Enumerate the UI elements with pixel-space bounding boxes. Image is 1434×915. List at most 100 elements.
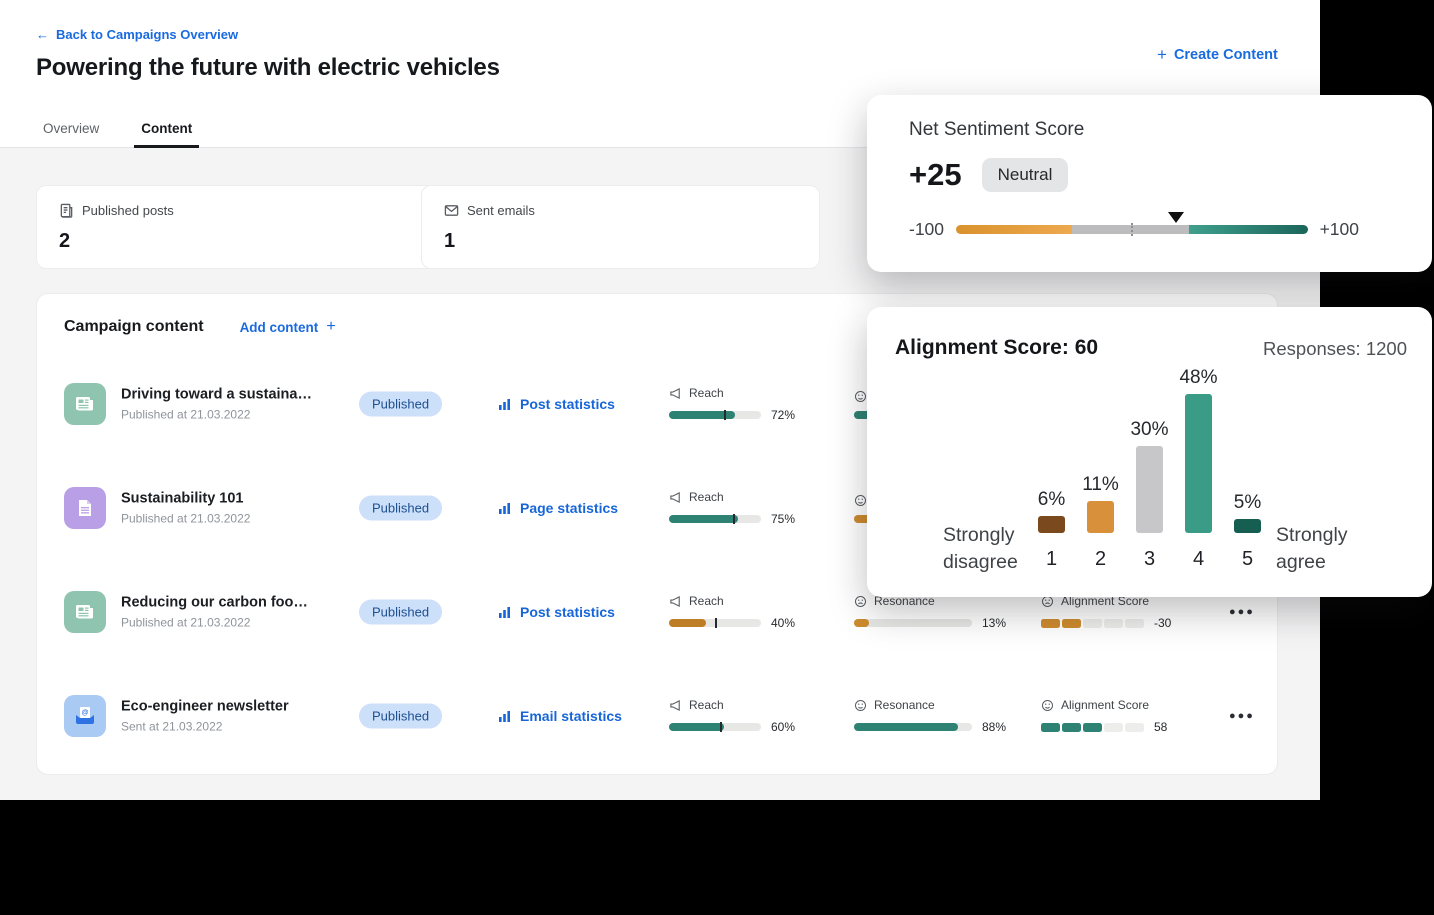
- bar-value-label: 11%: [1082, 474, 1119, 496]
- content-title[interactable]: Driving toward a sustaina…: [121, 387, 346, 403]
- tick-label: 2: [1087, 548, 1114, 571]
- reach-value: 60%: [771, 720, 795, 734]
- sentiment-badge: Neutral: [982, 158, 1069, 192]
- status-badge: Published: [359, 496, 442, 521]
- reach-icon: [669, 595, 682, 608]
- chart-column: 5%: [1234, 492, 1261, 534]
- content-title[interactable]: Sustainability 101: [121, 491, 346, 507]
- sent-emails-icon: [444, 203, 459, 218]
- chart-bar: [1136, 446, 1163, 533]
- post-statistics-link[interactable]: Post statistics: [498, 396, 615, 412]
- reach-icon: [669, 491, 682, 504]
- tab-overview[interactable]: Overview: [43, 110, 99, 147]
- reach-metric: Reach 60%: [669, 698, 839, 734]
- plus-icon: +: [326, 318, 335, 336]
- alignment-card-title: Alignment Score: 60: [895, 336, 1098, 360]
- reach-metric: Reach 75%: [669, 490, 839, 526]
- reach-value: 40%: [771, 616, 795, 630]
- add-content-button[interactable]: Add content +: [240, 318, 336, 336]
- content-title-block: Eco-engineer newsletter Sent at 21.03.20…: [121, 699, 346, 734]
- sentiment-midpoint-tick: [1131, 223, 1133, 236]
- reach-metric: Reach 72%: [669, 386, 839, 422]
- reach-icon: [669, 387, 682, 400]
- chart-bar: [1234, 519, 1261, 534]
- alignment-metric: Alignment Score 58: [1041, 698, 1211, 734]
- newspaper-icon: [64, 383, 106, 425]
- alignment-segment-bar: [1041, 619, 1144, 628]
- content-title-block: Driving toward a sustaina… Published at …: [121, 387, 346, 422]
- stat-label: Published posts: [82, 203, 174, 218]
- reach-bar: [669, 619, 761, 627]
- reach-value: 72%: [771, 408, 795, 422]
- tab-content[interactable]: Content: [141, 110, 192, 147]
- sentiment-marker: [1168, 212, 1184, 223]
- status-badge: Published: [359, 392, 442, 417]
- content-date: Published at 21.03.2022: [121, 616, 346, 630]
- resonance-bar: [854, 619, 972, 627]
- alignment-responses: Responses: 1200: [1263, 338, 1407, 360]
- bar-value-label: 48%: [1179, 367, 1217, 389]
- reach-bar: [669, 723, 761, 731]
- published-posts-icon: [59, 203, 74, 218]
- stat-label: Sent emails: [467, 203, 535, 218]
- sentiment-score-value: +25: [909, 157, 962, 193]
- back-arrow-icon: ←: [36, 27, 49, 42]
- back-link-label: Back to Campaigns Overview: [56, 27, 238, 42]
- reach-metric: Reach 40%: [669, 594, 839, 630]
- content-date: Published at 21.03.2022: [121, 512, 346, 526]
- bar-chart-icon: [498, 501, 512, 515]
- bar-chart-icon: [498, 709, 512, 723]
- alignment-smiley-icon: [1041, 699, 1054, 712]
- reach-bar: [669, 515, 761, 523]
- alignment-metric: Alignment Score -30: [1041, 594, 1211, 630]
- bar-chart-icon: [498, 397, 512, 411]
- create-content-button[interactable]: + Create Content: [1157, 45, 1278, 65]
- sent-emails-card: Sent emails 1: [421, 185, 820, 269]
- content-title-block: Sustainability 101 Published at 21.03.20…: [121, 491, 346, 526]
- chart-column: 48%: [1185, 367, 1212, 533]
- stat-link-label: Email statistics: [520, 708, 622, 724]
- alignment-value: 58: [1154, 720, 1167, 734]
- sentiment-negative-segment: [956, 225, 1072, 234]
- net-sentiment-score-card: Net Sentiment Score +25 Neutral -100 +10…: [867, 95, 1432, 272]
- content-date: Sent at 21.03.2022: [121, 720, 346, 734]
- row-menu-button[interactable]: ●●●: [1229, 606, 1255, 618]
- email-statistics-link[interactable]: Email statistics: [498, 708, 622, 724]
- content-title[interactable]: Eco-engineer newsletter: [121, 699, 346, 715]
- reach-bar: [669, 411, 761, 419]
- sentiment-neutral-segment: [1072, 225, 1188, 234]
- stat-value: 1: [444, 230, 797, 253]
- status-badge: Published: [359, 600, 442, 625]
- sentiment-title: Net Sentiment Score: [909, 119, 1084, 141]
- stat-value: 2: [59, 230, 412, 253]
- bar-value-label: 6%: [1038, 489, 1065, 511]
- chart-bar: [1038, 516, 1065, 533]
- axis-label-strongly-disagree: Strongly disagree: [943, 522, 1018, 575]
- newsletter-icon: @: [64, 695, 106, 737]
- content-row-eco-newsletter: @ Eco-engineer newsletter Sent at 21.03.…: [37, 682, 1277, 750]
- content-title[interactable]: Reducing our carbon foo…: [121, 595, 346, 611]
- stat-link-label: Page statistics: [520, 500, 618, 516]
- resonance-metric: Resonance 13%: [854, 594, 1024, 630]
- sentiment-positive-segment: [1189, 225, 1308, 234]
- page-icon: [64, 487, 106, 529]
- reach-label: Reach: [689, 594, 724, 608]
- campaign-content-heading: Campaign content: [64, 318, 204, 336]
- resonance-value: 13%: [982, 616, 1006, 630]
- chart-column: 30%: [1136, 419, 1163, 533]
- resonance-smiley-icon: [854, 699, 867, 712]
- post-statistics-link[interactable]: Post statistics: [498, 604, 615, 620]
- resonance-smiley-icon: [854, 494, 867, 507]
- back-to-campaigns-link[interactable]: ← Back to Campaigns Overview: [36, 27, 238, 42]
- resonance-bar: [854, 723, 972, 731]
- axis-label-strongly-agree: Strongly agree: [1276, 522, 1348, 575]
- alignment-label: Alignment Score: [1061, 698, 1149, 712]
- row-menu-button[interactable]: ●●●: [1229, 710, 1255, 722]
- content-title-block: Reducing our carbon foo… Published at 21…: [121, 595, 346, 630]
- page-statistics-link[interactable]: Page statistics: [498, 500, 618, 516]
- resonance-metric: Resonance 88%: [854, 698, 1024, 734]
- create-content-label: Create Content: [1174, 47, 1278, 63]
- sentiment-gauge-bar: [956, 225, 1308, 234]
- reach-label: Reach: [689, 490, 724, 504]
- bar-chart-icon: [498, 605, 512, 619]
